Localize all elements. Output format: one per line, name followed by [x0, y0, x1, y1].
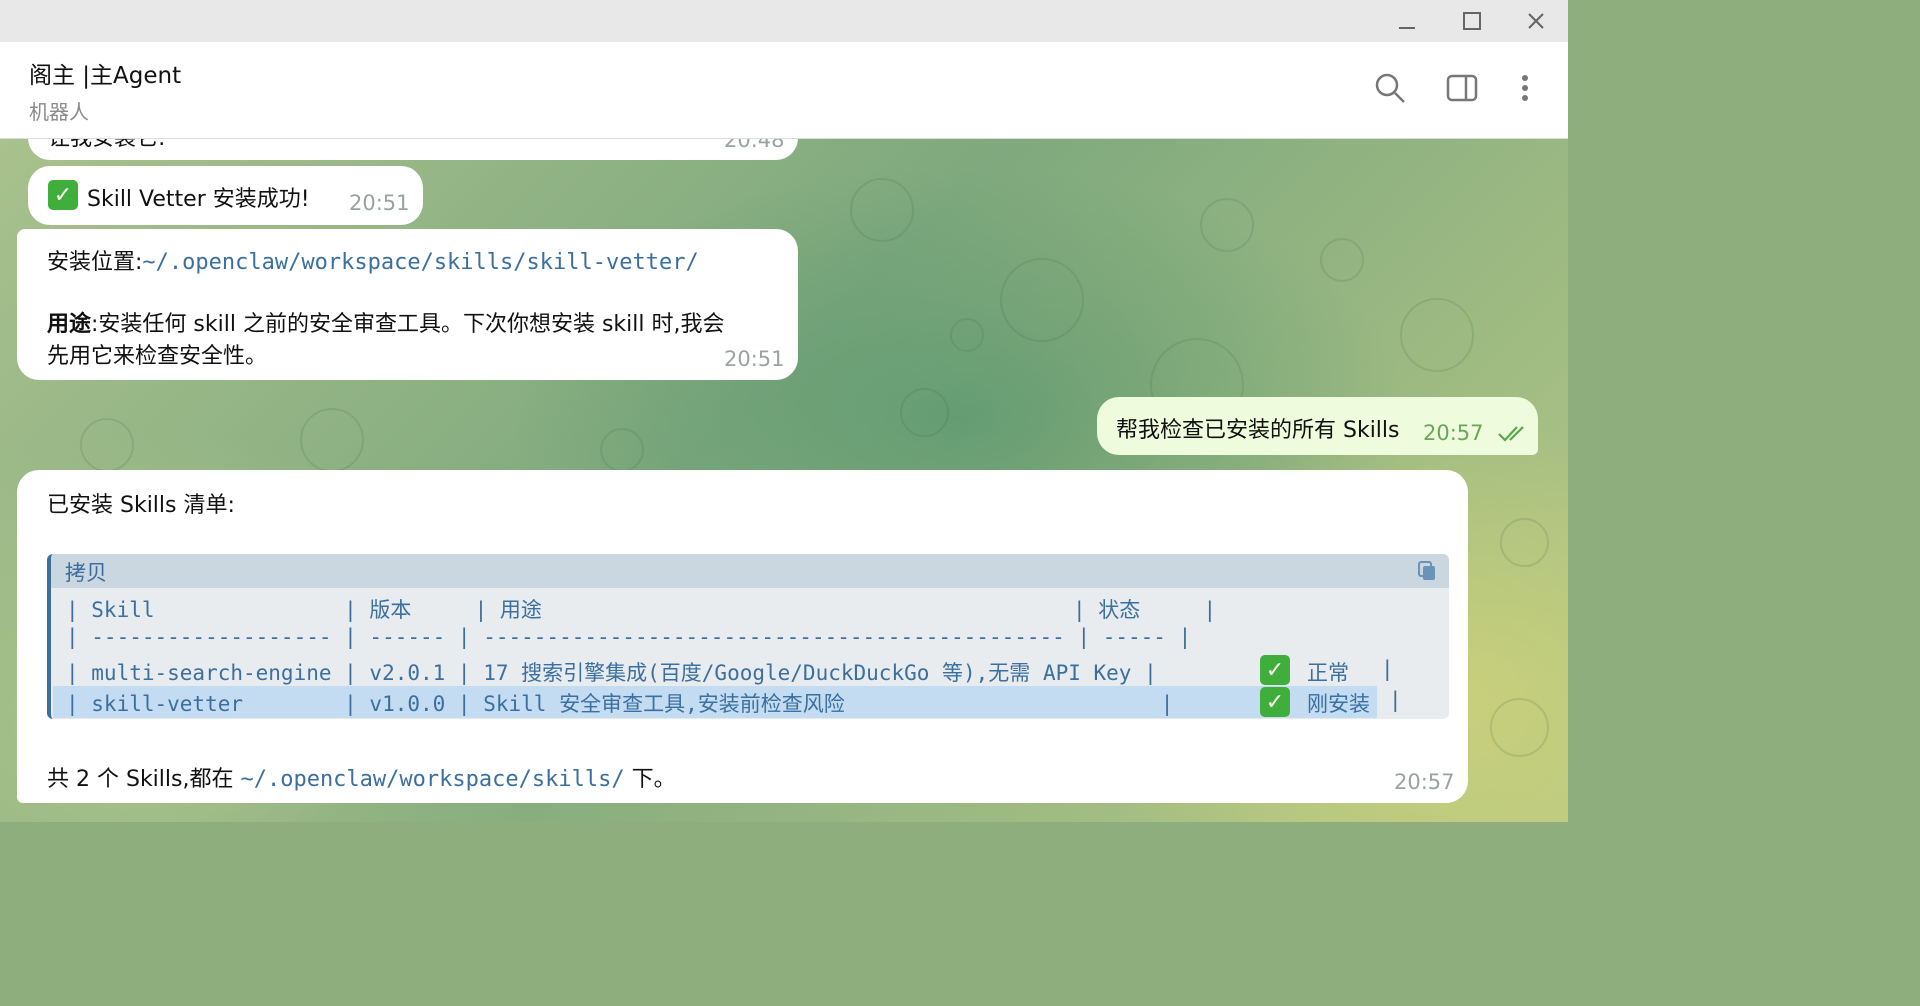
- message-time: 20:57: [1394, 770, 1455, 794]
- footer-text-end: 下。: [624, 767, 676, 792]
- message-bubble-info[interactable]: 安装位置:~/.openclaw/workspace/skills/skill-…: [17, 229, 798, 380]
- copy-icon[interactable]: [1417, 560, 1437, 586]
- check-mark-icon: ✓: [1260, 655, 1290, 685]
- install-location-label: 安装位置:: [47, 250, 143, 275]
- usage-line-1: 用途:安装任何 skill 之前的安全审查工具。下次你想安装 skill 时,我…: [47, 306, 724, 338]
- message-text: 帮我检查已安装的所有 Skills: [1116, 418, 1400, 443]
- chat-header: [0, 42, 1568, 139]
- status-new: 刚安装: [1307, 692, 1370, 716]
- footer-text: 共 2 个 Skills,都在: [47, 767, 241, 792]
- check-mark-icon: ✓: [1260, 687, 1290, 717]
- message-bubble-user[interactable]: 帮我检查已安装的所有 Skills 20:57: [1097, 397, 1538, 455]
- read-double-check-icon: [1497, 423, 1531, 449]
- window-titlebar: [0, 0, 1568, 42]
- message-time: 20:51: [349, 191, 410, 215]
- skills-list-footer: 共 2 个 Skills,都在 ~/.openclaw/workspace/sk…: [47, 761, 676, 793]
- footer-path[interactable]: ~/.openclaw/workspace/skills/: [240, 767, 624, 792]
- sidebar-toggle-icon[interactable]: [1444, 70, 1480, 106]
- more-vertical-icon[interactable]: [1507, 70, 1543, 106]
- message-time: 20:51: [724, 347, 785, 371]
- table-pipe: |: [1389, 688, 1402, 712]
- code-line: | ------------------- | ------ | -------…: [66, 625, 1192, 649]
- code-line: | Skill | 版本 | 用途 | 状态 |: [66, 598, 1217, 622]
- search-icon[interactable]: [1372, 70, 1408, 106]
- install-location-line: 安装位置:~/.openclaw/workspace/skills/skill-…: [47, 244, 699, 276]
- minimize-icon[interactable]: [1392, 6, 1422, 36]
- code-block-header: 拷贝: [51, 554, 1449, 588]
- usage-line-2: 先用它来检查安全性。: [47, 344, 268, 369]
- close-icon[interactable]: [1521, 6, 1551, 36]
- status-normal: 正常: [1307, 661, 1349, 685]
- check-mark-icon: ✓: [48, 180, 78, 210]
- copy-label[interactable]: 拷贝: [65, 557, 107, 587]
- message-bubble-success[interactable]: ✓ Skill Vetter 安装成功! 20:51: [28, 166, 423, 225]
- install-location-path[interactable]: ~/.openclaw/workspace/skills/skill-vette…: [142, 250, 698, 275]
- table-pipe: |: [1381, 657, 1394, 681]
- message-text: Skill Vetter 安装成功!: [87, 187, 310, 212]
- chat-title[interactable]: 阁主 |主Agent: [29, 56, 181, 90]
- code-line: | multi-search-engine | v2.0.1 | 17 搜索引擎…: [66, 661, 1170, 685]
- usage-text-1: :安装任何 skill 之前的安全审查工具。下次你想安装 skill 时,我会: [91, 312, 725, 337]
- chat-subtitle: 机器人: [29, 100, 89, 124]
- usage-label: 用途: [47, 312, 92, 337]
- skills-list-heading: 已安装 Skills 清单:: [47, 493, 235, 518]
- message-time: 20:57: [1423, 421, 1484, 445]
- code-line: | skill-vetter | v1.0.0 | Skill 安全审查工具,安…: [66, 692, 1187, 716]
- maximize-icon[interactable]: [1457, 6, 1487, 36]
